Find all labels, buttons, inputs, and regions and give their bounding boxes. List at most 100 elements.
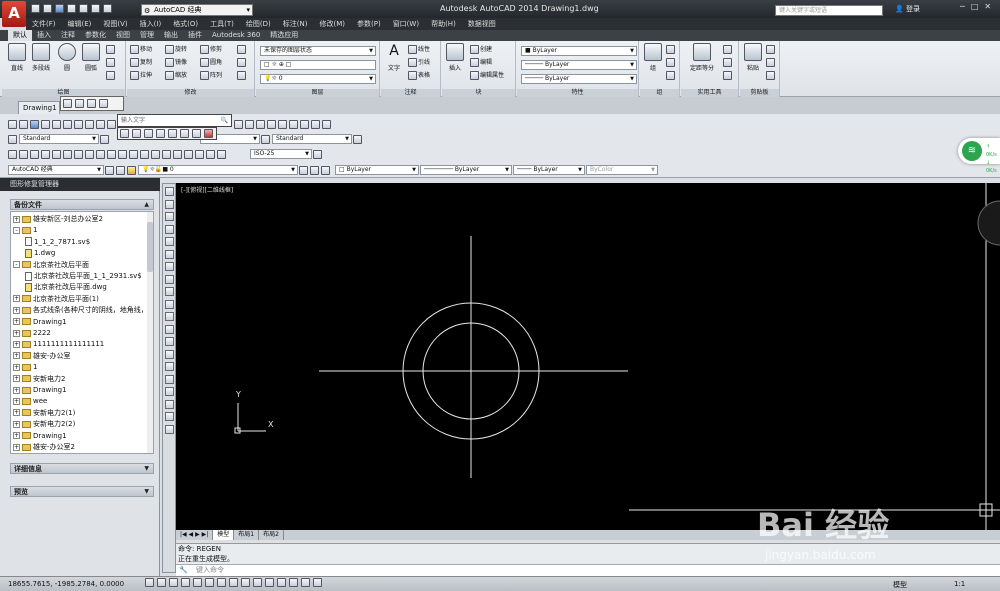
- workspace-select[interactable]: ⚙ AutoCAD 经典 ▾: [141, 4, 253, 16]
- plot-icon[interactable]: [79, 4, 88, 13]
- fillet-button[interactable]: 圆角: [200, 57, 222, 68]
- expand-icon[interactable]: +: [13, 318, 20, 326]
- collapse-icon[interactable]: -: [13, 261, 20, 269]
- polar-toggle-icon[interactable]: [193, 578, 202, 587]
- array-button[interactable]: 阵列: [200, 70, 222, 81]
- zoom-window-icon[interactable]: [234, 119, 243, 129]
- ortho-toggle-icon[interactable]: [181, 578, 190, 587]
- block-panel-title[interactable]: 块: [442, 89, 515, 97]
- layer-state-mgr-icon[interactable]: [321, 165, 330, 175]
- tab-view[interactable]: 视图: [111, 30, 135, 41]
- expand-icon[interactable]: +: [13, 432, 20, 440]
- ws-save-icon[interactable]: [116, 165, 125, 175]
- dim-style-mgr-icon[interactable]: [313, 149, 322, 159]
- expand-icon[interactable]: +: [13, 295, 20, 303]
- create-block-button[interactable]: 创建: [470, 44, 504, 55]
- dim-continue-icon[interactable]: [118, 149, 127, 159]
- vblock-icon[interactable]: [165, 337, 174, 346]
- expand-icon[interactable]: +: [13, 420, 20, 428]
- clipboard-panel-title[interactable]: 剪贴板: [740, 89, 779, 97]
- zoom-realtime-icon[interactable]: [144, 129, 153, 138]
- id-point-icon[interactable]: [723, 71, 732, 80]
- login-button[interactable]: 👤 登录: [895, 4, 920, 14]
- tree-folder-item[interactable]: + Drawing1: [13, 317, 67, 328]
- layer-state-select[interactable]: 未保存的图层状态 ▼: [260, 46, 376, 56]
- vhatch-icon[interactable]: [165, 362, 174, 371]
- orbit-icon[interactable]: [192, 129, 201, 138]
- dim-ordinate-icon[interactable]: [41, 149, 50, 159]
- insert-block-button[interactable]: 插入: [444, 43, 466, 72]
- tree-folder-item[interactable]: + 雄安-办公室2: [13, 442, 75, 453]
- tab-parametric[interactable]: 参数化: [80, 30, 111, 41]
- tab-layout1[interactable]: 布局1: [234, 530, 260, 540]
- quickcalc-icon[interactable]: [311, 119, 320, 129]
- expand-icon[interactable]: +: [13, 306, 20, 314]
- help-icon[interactable]: [322, 119, 331, 129]
- pan-icon[interactable]: [132, 129, 141, 138]
- qplot-icon[interactable]: [41, 119, 50, 129]
- expand-icon[interactable]: +: [13, 215, 20, 223]
- tree-folder-item[interactable]: + 安新电力2(2): [13, 419, 75, 430]
- copy-clip-icon[interactable]: [766, 58, 775, 67]
- menu-dataview[interactable]: 数据视图: [462, 18, 502, 30]
- menu-edit[interactable]: 编辑(E): [62, 18, 98, 30]
- vmtext-icon[interactable]: [165, 412, 174, 421]
- osnap-toggle-icon[interactable]: [205, 578, 214, 587]
- tab-layout2[interactable]: 布局2: [259, 530, 284, 540]
- tab-annotate[interactable]: 注释: [56, 30, 80, 41]
- offset-icon[interactable]: [237, 71, 246, 80]
- qpreview-icon[interactable]: [52, 119, 61, 129]
- tree-folder-item[interactable]: + 安新电力2: [13, 374, 65, 385]
- qcopy-icon[interactable]: [96, 119, 105, 129]
- tree-scrollbar-thumb[interactable]: [147, 222, 153, 272]
- saveas-icon[interactable]: [67, 4, 76, 13]
- zoom-extents-icon[interactable]: [156, 129, 165, 138]
- ungroup-icon[interactable]: [666, 45, 675, 54]
- tree-folder-item[interactable]: + Drawing1: [13, 431, 67, 442]
- expand-icon[interactable]: +: [13, 352, 20, 360]
- group-edit-icon[interactable]: [666, 58, 675, 67]
- backup-files-header[interactable]: 备份文件 ▲: [10, 199, 154, 210]
- undo2-icon[interactable]: [120, 129, 129, 138]
- expand-icon[interactable]: +: [13, 443, 20, 451]
- measure-button[interactable]: 定距等分: [687, 43, 717, 72]
- expand-icon[interactable]: +: [13, 363, 20, 371]
- rotate-button[interactable]: 旋转: [165, 44, 187, 55]
- tab-model[interactable]: 模型: [213, 530, 235, 540]
- text-style-select[interactable]: Standard ▼: [19, 134, 99, 144]
- center-mark-icon[interactable]: [162, 149, 171, 159]
- tree-folder-item[interactable]: +1111111111111111: [13, 339, 104, 350]
- tab-save-icon[interactable]: [87, 99, 96, 108]
- ducs-toggle-icon[interactable]: [241, 578, 250, 587]
- qcut-icon[interactable]: [85, 119, 94, 129]
- line-button[interactable]: 直线: [6, 43, 28, 72]
- vpoint-icon[interactable]: [165, 349, 174, 359]
- save-icon[interactable]: [55, 4, 64, 13]
- layer-prev-icon[interactable]: [310, 165, 319, 175]
- dim-update-icon[interactable]: [217, 149, 226, 159]
- menu-view[interactable]: 视图(V): [97, 18, 133, 30]
- lineweight-select[interactable]: ───── ByLayer ▼: [521, 74, 637, 84]
- vgradient-icon[interactable]: [165, 374, 174, 384]
- table-style-select[interactable]: Standard ▼: [272, 134, 352, 144]
- dim-baseline-icon[interactable]: [107, 149, 116, 159]
- lwt-toggle-icon[interactable]: [265, 578, 274, 587]
- wrench-icon[interactable]: 🔧: [179, 565, 188, 576]
- vpline-icon[interactable]: [165, 212, 174, 221]
- qp-toggle-icon[interactable]: [289, 578, 298, 587]
- tree-file-item[interactable]: 北京茶社改后平面.dwg: [25, 282, 107, 293]
- tpy-toggle-icon[interactable]: [277, 578, 286, 587]
- explode-icon[interactable]: [237, 58, 246, 67]
- dim-angular-icon[interactable]: [85, 149, 94, 159]
- otrack-toggle-icon[interactable]: [229, 578, 238, 587]
- preview-header[interactable]: 预览 ▼: [10, 486, 154, 497]
- scale-button[interactable]: 缩放: [165, 70, 187, 81]
- leader-button[interactable]: 引线: [408, 57, 430, 68]
- zoom-all-icon[interactable]: [168, 129, 177, 138]
- paste-button[interactable]: 粘贴: [742, 43, 764, 72]
- vtable-icon[interactable]: [165, 399, 174, 409]
- redo-icon[interactable]: [103, 4, 112, 13]
- layer-props-icon[interactable]: [127, 165, 136, 175]
- layer2-select[interactable]: 💡☼🔓■ 0 ▼: [138, 165, 298, 175]
- linetype2-select[interactable]: ──────── ByLayer ▼: [420, 165, 512, 175]
